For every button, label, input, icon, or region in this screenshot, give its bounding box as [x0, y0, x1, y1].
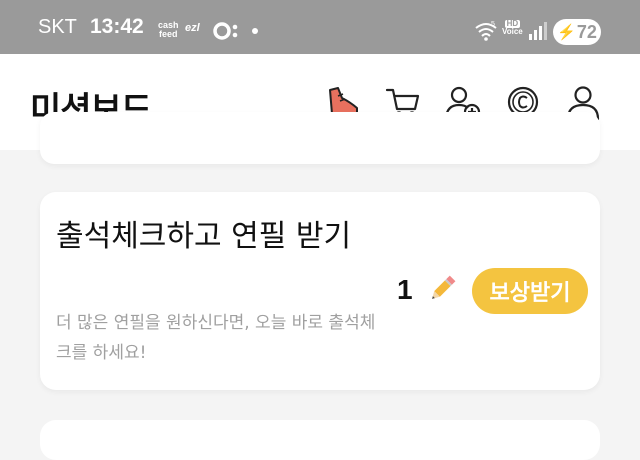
cashfeed-notification-icon: cash feed [158, 20, 179, 39]
mission-title: 출석체크하고 연필 받기 [56, 219, 352, 254]
battery-indicator: ⚡ 72 [553, 19, 601, 45]
battery-level: 72 [576, 21, 597, 42]
claim-reward-button[interactable]: 보상받기 [472, 268, 588, 314]
svg-text:5: 5 [491, 21, 495, 28]
mission-description: 더 많은 연필을 원하신다면, 오늘 바로 출석체크를 하세요! [56, 313, 376, 363]
pencil-icon [425, 272, 459, 306]
wifi-icon: 5 [474, 20, 498, 46]
more-notifications-dot-icon [252, 28, 258, 34]
charging-bolt-icon: ⚡ [557, 24, 576, 41]
hd-voice-icon: HD Voice [502, 19, 523, 36]
mission-card-attendance: 출석체크하고 연필 받기 더 많은 연필을 원하신다면, 오늘 바로 출석체크를… [40, 192, 600, 390]
next-mission-card [40, 420, 600, 460]
signal-strength-icon [528, 21, 548, 45]
carrier-label: SKT [38, 16, 77, 38]
reward-count: 1 [397, 274, 413, 305]
status-bar: SKT 13:42 cash feed ezl 5 HD Voice ⚡ 72 [0, 0, 640, 54]
clock: 13:42 [90, 15, 144, 38]
app-notification-icon [212, 20, 242, 46]
previous-mission-card [40, 112, 600, 164]
ezl-notification-icon: ezl [185, 22, 200, 34]
